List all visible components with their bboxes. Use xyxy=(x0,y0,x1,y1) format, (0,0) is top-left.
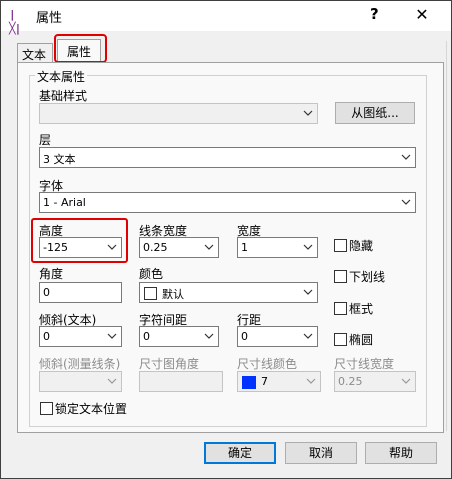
from-drawing-button[interactable]: 从图纸... xyxy=(335,102,415,124)
slant-select[interactable]: 0 xyxy=(39,326,122,347)
base-style-label: 基础样式 xyxy=(39,89,88,103)
base-style-select[interactable] xyxy=(39,103,318,124)
height-highlight-box xyxy=(31,218,128,263)
lock-position-label: 锁定文本位置 xyxy=(55,402,128,416)
chevron-down-icon xyxy=(401,378,411,384)
cancel-button[interactable]: 取消 xyxy=(285,442,357,464)
tab-text[interactable]: 文本 xyxy=(17,43,53,62)
properties-dialog: |╳| 属性 ? ✕ 文本 属性 文本属性 基础样式 从图纸... 层 3 文本… xyxy=(0,0,452,479)
ok-button[interactable]: 确定 xyxy=(204,442,276,464)
color-label: 颜色 xyxy=(139,267,164,281)
frame-checkbox-label: 框式 xyxy=(349,302,374,316)
font-value: 1 - Arial xyxy=(43,196,86,209)
layer-label: 层 xyxy=(39,133,52,147)
dim-line-width-select: 0.25 xyxy=(334,371,416,392)
dim-line-color-label: 尺寸线颜色 xyxy=(237,357,298,371)
group-title: 文本属性 xyxy=(35,68,88,85)
chevron-down-icon xyxy=(303,333,313,339)
layer-select[interactable]: 3 文本 xyxy=(39,147,416,168)
width-select[interactable]: 1 xyxy=(237,237,318,258)
color-swatch xyxy=(144,287,157,300)
chevron-down-icon xyxy=(306,378,316,384)
chevron-down-icon xyxy=(107,333,117,339)
slant-value: 0 xyxy=(43,330,50,343)
font-select[interactable]: 1 - Arial xyxy=(39,192,416,213)
hidden-checkbox-label: 隐藏 xyxy=(349,239,374,253)
close-icon[interactable]: ✕ xyxy=(412,5,432,25)
slant-dim-label: 倾斜(测量线条) xyxy=(39,357,121,371)
chevron-down-icon xyxy=(204,244,214,250)
help-icon[interactable]: ? xyxy=(370,5,379,23)
dim-line-color-select: 7 xyxy=(237,371,321,392)
line-spacing-select[interactable]: 0 xyxy=(237,326,318,347)
chevron-down-icon xyxy=(401,199,411,205)
dim-line-width-value: 0.25 xyxy=(338,375,363,388)
ellipse-checkbox-label: 椭圆 xyxy=(349,333,374,347)
ellipse-checkbox[interactable] xyxy=(334,333,347,346)
hidden-checkbox[interactable] xyxy=(334,239,347,252)
layer-value: 3 文本 xyxy=(43,153,76,166)
app-icon: |╳| xyxy=(9,8,21,35)
angle-label: 角度 xyxy=(39,267,64,281)
chevron-down-icon xyxy=(107,378,117,384)
underline-checkbox[interactable] xyxy=(334,270,347,283)
help-button[interactable]: 帮助 xyxy=(365,442,437,464)
angle-input[interactable]: 0 xyxy=(39,282,122,303)
dim-angle-label: 尺寸图角度 xyxy=(139,357,200,371)
frame-checkbox[interactable] xyxy=(334,302,347,315)
color-select[interactable]: 默认 xyxy=(139,282,318,303)
dim-line-color-value: 7 xyxy=(261,375,268,388)
line-spacing-value: 0 xyxy=(241,330,248,343)
tab-highlight-box xyxy=(54,34,107,63)
line-width-value: 0.25 xyxy=(143,241,168,254)
dim-color-swatch xyxy=(242,376,256,389)
lock-position-checkbox[interactable] xyxy=(40,402,53,415)
chevron-down-icon xyxy=(303,244,313,250)
window-title: 属性 xyxy=(36,11,63,26)
title-bar: |╳| 属性 ? ✕ xyxy=(1,1,451,35)
background-divider xyxy=(446,41,447,431)
dim-angle-input xyxy=(139,371,223,392)
chevron-down-icon xyxy=(401,154,411,160)
char-spacing-select[interactable]: 0 xyxy=(139,326,219,347)
chevron-down-icon xyxy=(303,110,313,116)
chevron-down-icon xyxy=(204,333,214,339)
line-width-select[interactable]: 0.25 xyxy=(139,237,219,258)
chevron-down-icon xyxy=(303,289,313,295)
dim-line-width-label: 尺寸线宽度 xyxy=(334,357,395,371)
slant-dim-select xyxy=(39,371,122,392)
width-value: 1 xyxy=(241,241,248,254)
color-value: 默认 xyxy=(162,288,184,301)
char-spacing-value: 0 xyxy=(143,330,150,343)
underline-checkbox-label: 下划线 xyxy=(349,270,386,284)
angle-value: 0 xyxy=(43,286,50,299)
